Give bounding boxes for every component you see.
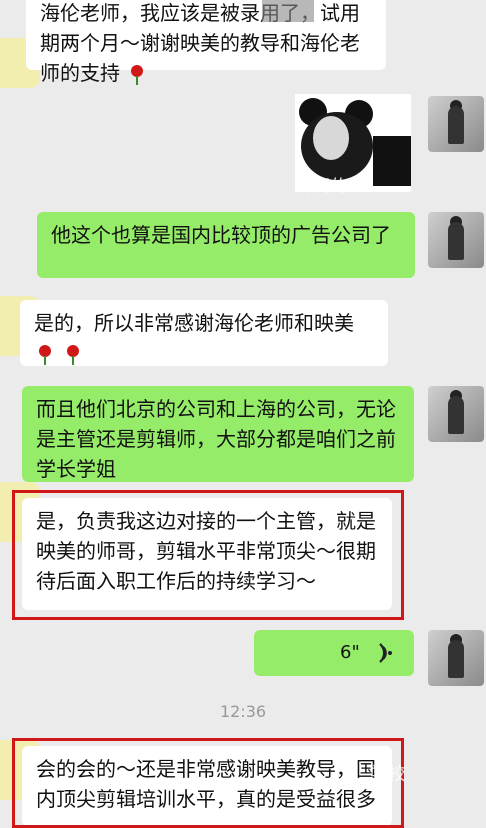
avatar-figure [448,222,464,260]
rose-icon [67,344,80,365]
message-bubble-incoming: 海伦老师，我应该是被录用了，试用期两个月～谢谢映美的教导和海伦老师的支持 [26,0,386,85]
meme-sticker[interactable]: 牛逼 你妈的 [295,94,411,195]
voice-message-bubble[interactable]: 6" [254,630,414,676]
meme-caption-top: 牛逼 [377,136,402,150]
message-bubble-outgoing: 他这个也算是国内比较顶的广告公司了 [37,212,415,278]
my-avatar[interactable] [428,212,484,268]
watermark-text: 学校 [370,764,406,785]
avatar-figure [448,640,464,678]
my-avatar[interactable] [428,630,484,686]
avatar-figure [448,396,464,434]
voice-wave-icon [379,643,392,663]
avatar-figure [448,106,464,144]
message-bubble-incoming: 是的，所以非常感谢海伦老师和映美 [20,300,388,366]
my-avatar[interactable] [428,386,484,442]
highlight-box [12,738,404,828]
my-avatar[interactable] [428,96,484,152]
redacted-block [262,0,314,22]
rose-icon [131,64,144,85]
highlight-box [12,490,404,620]
rose-icon [39,344,51,365]
message-text: 是的，所以非常感谢海伦老师和映美 [34,311,354,335]
meme-caption-bottom: 你妈的 [299,176,348,195]
chat-timestamp: 12:36 [219,702,267,721]
message-bubble-outgoing: 而且他们北京的公司和上海的公司，无论是主管还是剪辑师，大部分都是咱们之前学长学姐 [22,386,414,482]
voice-duration: 6" [340,642,360,663]
